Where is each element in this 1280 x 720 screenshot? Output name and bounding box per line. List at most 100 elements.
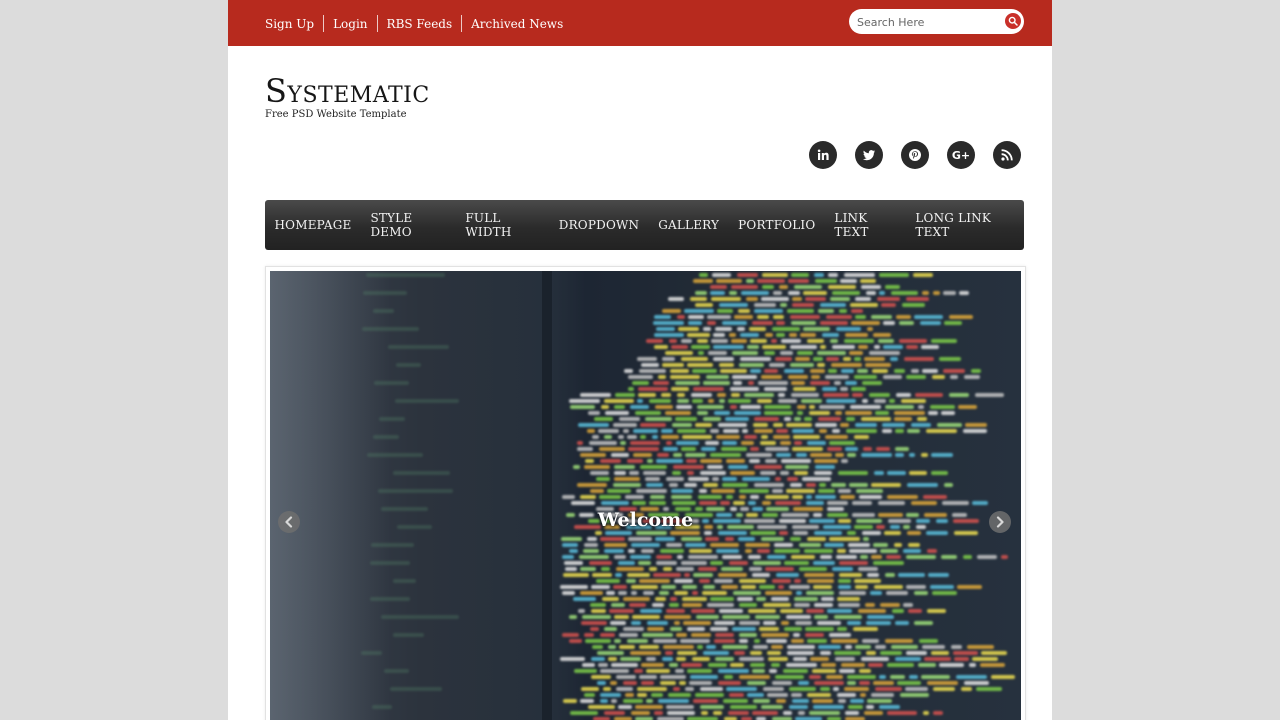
code-line-segment	[783, 711, 792, 715]
nav-item-homepage[interactable]: HOMEPAGE	[275, 218, 352, 232]
code-line-segment	[717, 309, 733, 313]
code-line-segment	[681, 339, 692, 343]
code-line-segment	[849, 549, 877, 553]
nav-item-style-demo[interactable]: STYLE DEMO	[370, 211, 446, 239]
code-line-segment	[762, 285, 774, 289]
code-line-segment	[794, 597, 818, 601]
search-input[interactable]	[855, 9, 999, 36]
code-line-segment	[633, 453, 652, 457]
nav-item-link-text[interactable]: LINK TEXT	[834, 211, 896, 239]
code-line-segment	[624, 369, 633, 373]
linkedin-button[interactable]	[809, 141, 837, 169]
code-line-segment	[628, 549, 635, 553]
code-line-segment	[687, 333, 710, 337]
code-line-segment	[739, 633, 757, 637]
code-line-segment	[858, 609, 886, 613]
code-line-segment	[598, 663, 608, 667]
code-line-segment	[862, 531, 881, 535]
code-line-segment	[666, 543, 682, 547]
code-line-segment	[932, 591, 957, 595]
slide-screen-divider	[542, 271, 552, 720]
code-line-segment	[640, 609, 662, 613]
code-line-segment	[713, 711, 722, 715]
code-line-segment	[784, 369, 804, 373]
code-line-segment	[780, 609, 803, 613]
code-line-segment	[807, 639, 827, 643]
slider-prev-button[interactable]	[278, 511, 300, 533]
code-line-segment	[766, 639, 787, 643]
nav-item-portfolio[interactable]: PORTFOLIO	[738, 218, 815, 232]
code-line-segment	[682, 585, 697, 589]
code-line-segment	[792, 429, 814, 433]
code-line-segment	[761, 375, 782, 379]
code-line-segment	[740, 357, 771, 361]
code-line-segment	[669, 339, 677, 343]
code-line-segment	[860, 693, 866, 697]
code-line-segment	[650, 495, 665, 499]
code-line-segment	[789, 333, 797, 337]
rss-button[interactable]	[993, 141, 1021, 169]
code-line-segment	[883, 375, 902, 379]
code-line-segment	[793, 531, 808, 535]
rss-feeds-link[interactable]: RBS Feeds	[387, 17, 453, 31]
login-link[interactable]: Login	[333, 17, 367, 31]
code-line-segment	[797, 405, 806, 409]
code-line-segment	[608, 645, 616, 649]
code-line-segment	[902, 303, 925, 307]
site-logo[interactable]: Systematic	[265, 74, 430, 108]
code-line-segment	[922, 369, 938, 373]
code-line-segment	[760, 471, 776, 475]
code-line-segment	[591, 609, 606, 613]
code-line-segment	[641, 363, 659, 367]
code-line-segment	[849, 483, 868, 487]
code-line-segment	[641, 549, 654, 553]
code-line-segment	[750, 663, 765, 667]
code-line-segment	[669, 663, 678, 667]
code-line-segment	[909, 675, 918, 679]
code-line-segment	[672, 423, 692, 427]
code-line-segment	[879, 273, 909, 277]
main-navigation: HOMEPAGE STYLE DEMO FULL WIDTH DROPDOWN …	[265, 200, 1024, 250]
pinterest-button[interactable]	[901, 141, 929, 169]
code-line-segment	[771, 663, 780, 667]
nav-item-gallery[interactable]: GALLERY	[658, 218, 719, 232]
code-line-segment	[697, 645, 703, 649]
code-line-segment	[618, 705, 632, 709]
code-line-segment	[682, 597, 707, 601]
google-plus-button[interactable]: G+	[947, 141, 975, 169]
code-line-segment	[750, 369, 761, 373]
code-line-segment	[753, 423, 768, 427]
archived-news-link[interactable]: Archived News	[471, 17, 563, 31]
code-line-segment	[628, 375, 653, 379]
code-line-segment	[949, 315, 973, 319]
code-line-segment	[672, 471, 681, 475]
search-button[interactable]	[1005, 13, 1021, 29]
search-icon	[1008, 16, 1018, 26]
code-line-segment	[747, 693, 764, 697]
code-line-segment	[739, 621, 760, 625]
code-line-segment	[754, 639, 760, 643]
nav-item-full-width[interactable]: FULL WIDTH	[465, 211, 539, 239]
code-line-segment	[584, 543, 598, 547]
slider-next-button[interactable]	[989, 511, 1011, 533]
code-line-segment	[633, 429, 658, 433]
code-line-segment	[827, 501, 848, 505]
twitter-button[interactable]	[855, 141, 883, 169]
code-line-segment	[367, 453, 423, 457]
code-line-segment	[600, 459, 621, 463]
nav-item-long-link-text[interactable]: LONG LINK TEXT	[915, 211, 1014, 239]
code-line-segment	[372, 705, 392, 709]
code-line-segment	[906, 555, 936, 559]
nav-item-dropdown[interactable]: DROPDOWN	[559, 218, 639, 232]
signup-link[interactable]: Sign Up	[265, 17, 314, 31]
code-line-segment	[691, 609, 715, 613]
code-line-segment	[384, 669, 409, 673]
code-line-segment	[875, 687, 902, 691]
code-line-segment	[676, 657, 686, 661]
code-line-segment	[844, 273, 875, 277]
code-line-segment	[820, 321, 848, 325]
code-line-segment	[944, 483, 953, 487]
code-line-segment	[820, 687, 830, 691]
code-line-segment	[589, 561, 612, 565]
code-line-segment	[703, 327, 711, 331]
